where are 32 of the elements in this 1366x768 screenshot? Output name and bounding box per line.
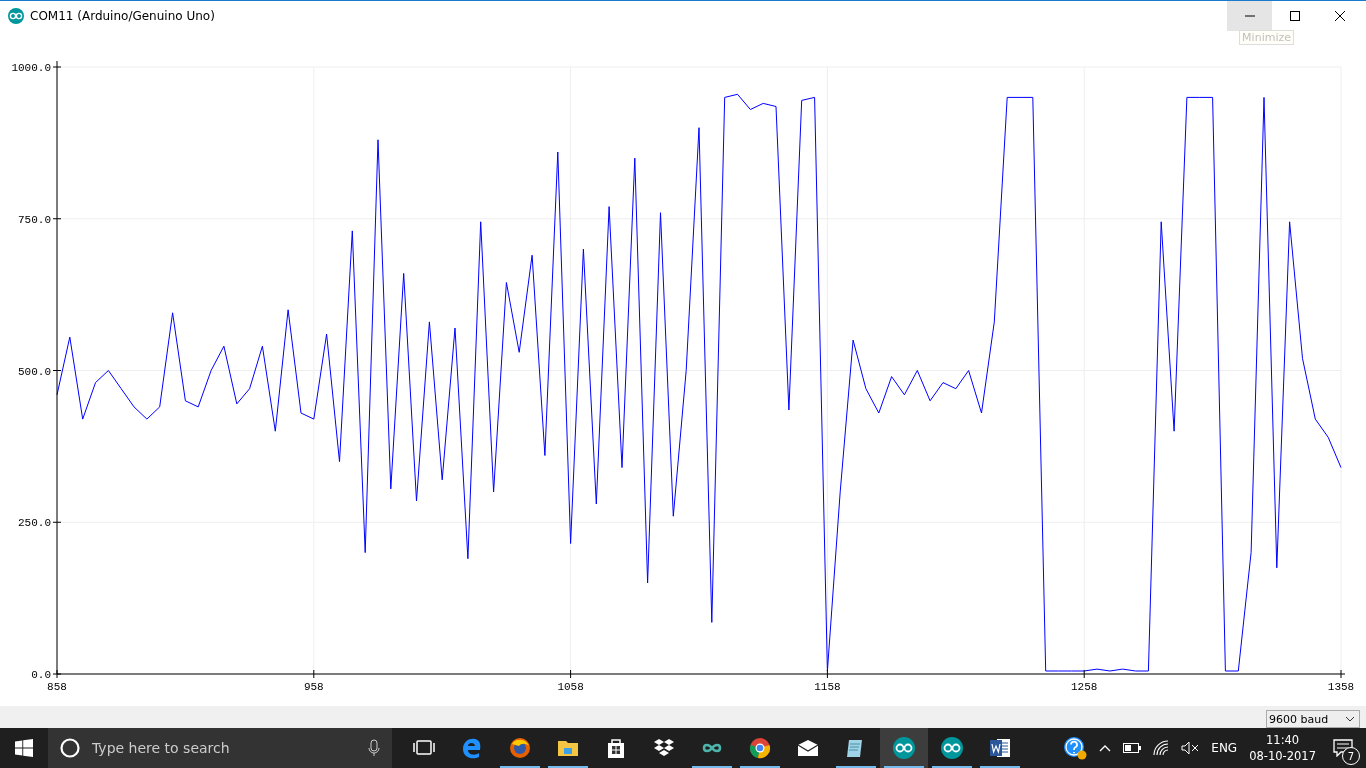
clock-date[interactable]: 08-10-2017 [1249, 748, 1316, 764]
x-tick-label: 1158 [814, 681, 841, 693]
clock-time[interactable]: 11:40 [1266, 732, 1300, 748]
y-tick-label: 1000.0 [11, 62, 51, 74]
wifi-icon[interactable] [1153, 740, 1170, 756]
caret-icon [1345, 716, 1355, 722]
baud-dropdown[interactable]: 9600 baud [1266, 710, 1360, 728]
muted-speaker-icon[interactable] [1181, 741, 1200, 755]
y-tick-label: 750.0 [18, 213, 51, 226]
y-tick-label: 250.0 [18, 517, 51, 530]
battery-icon[interactable] [1123, 743, 1142, 753]
close-icon [1334, 11, 1345, 21]
help-icon[interactable] [1063, 736, 1088, 760]
x-tick-label: 1258 [1071, 681, 1098, 693]
microphone-icon [368, 739, 380, 757]
x-tick-label: 1358 [1327, 681, 1355, 693]
search-field[interactable]: Type here to search [90, 739, 358, 757]
arduino-taskbar-icon[interactable] [880, 728, 928, 768]
y-tick-label: 0.0 [31, 669, 51, 681]
circle-icon [60, 738, 80, 758]
chevron-up-icon[interactable] [1099, 744, 1112, 752]
x-tick-label: 858 [47, 681, 67, 693]
window-title: COM11 (Arduino/Genuino Uno) [30, 9, 215, 23]
maximize-icon [1289, 11, 1300, 21]
x-tick-label: 1058 [557, 681, 584, 693]
app-logo-icon [8, 8, 24, 24]
x-tick-label: 958 [303, 681, 324, 693]
y-tick-label: 500.0 [18, 365, 51, 378]
notification-count-badge: 7 [1342, 747, 1360, 765]
search-bar[interactable]: Type here to search [48, 728, 392, 768]
language-indicator[interactable]: ENG [1211, 741, 1238, 755]
tooltip: Minimize [1239, 30, 1294, 45]
